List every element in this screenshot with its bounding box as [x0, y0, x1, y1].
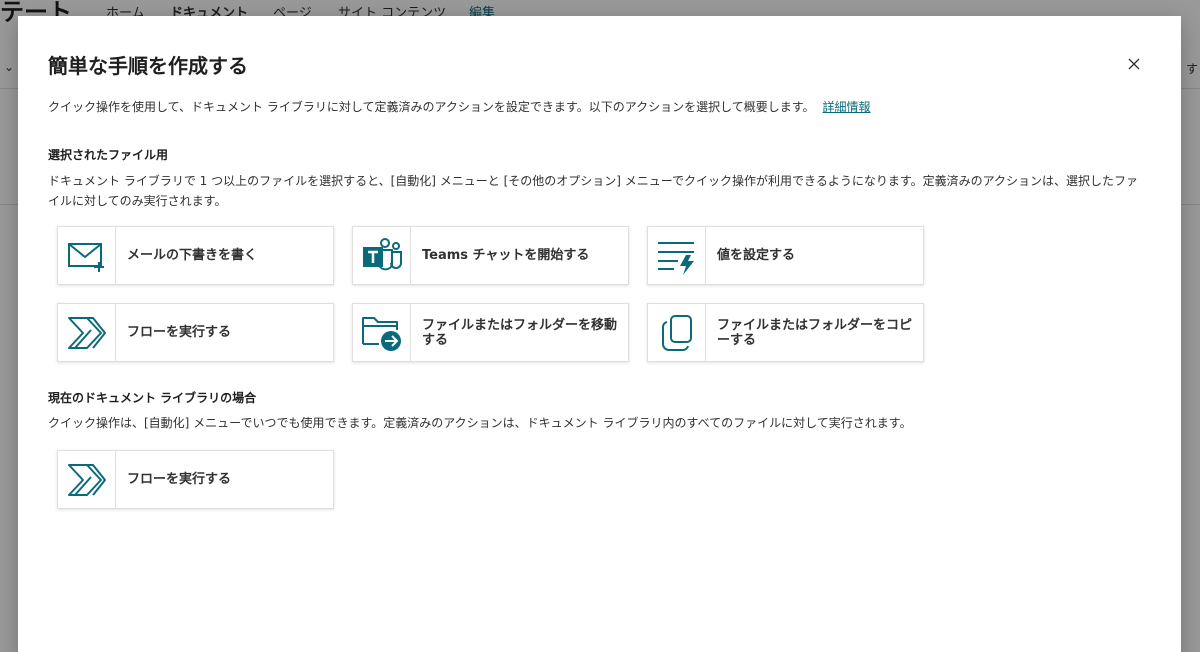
quick-steps-dialog: 簡単な手順を作成する クイック操作を使用して、ドキュメント ライブラリに対して定… — [18, 16, 1181, 652]
card-label: 値を設定する — [717, 248, 796, 263]
dialog-title: 簡単な手順を作成する — [48, 54, 248, 78]
teams-icon — [353, 227, 411, 284]
section-selected-files-title: 選択されたファイル用 — [48, 148, 169, 162]
section-selected-files-text: ドキュメント ライブラリで 1 つ以上のファイルを選択すると、[自動化] メニュ… — [48, 174, 1139, 208]
action-card-teams-chat[interactable]: Teams チャットを開始する — [352, 226, 629, 285]
card-label: ファイルまたはフォルダーを移動する — [422, 317, 618, 348]
folder-move-icon — [353, 304, 411, 361]
action-card-move-file[interactable]: ファイルまたはフォルダーを移動する — [352, 303, 629, 362]
description-text: クイック操作を使用して、ドキュメント ライブラリに対して定義済みのアクションを設… — [48, 100, 815, 114]
card-label: ファイルまたはフォルダーをコピーする — [717, 317, 913, 348]
set-value-icon — [648, 227, 706, 284]
section-current-library-text: クイック操作は、[自動化] メニューでいつでも使用できます。定義済みのアクション… — [48, 416, 912, 430]
close-button[interactable] — [1122, 52, 1146, 76]
action-card-run-flow[interactable]: フローを実行する — [57, 303, 334, 362]
card-label: フローを実行する — [127, 472, 232, 487]
power-automate-icon — [58, 451, 116, 508]
section-current-library-title: 現在のドキュメント ライブラリの場合 — [48, 391, 257, 405]
dialog-description: クイック操作を使用して、ドキュメント ライブラリに対して定義済みのアクションを設… — [48, 98, 871, 115]
mail-add-icon — [58, 227, 116, 284]
learn-more-link[interactable]: 詳細情報 — [823, 100, 871, 114]
action-card-draft-email[interactable]: メールの下書きを書く — [57, 226, 334, 285]
action-card-set-value[interactable]: 値を設定する — [647, 226, 924, 285]
power-automate-icon — [58, 304, 116, 361]
card-label: Teams チャットを開始する — [422, 248, 590, 263]
action-card-copy-file[interactable]: ファイルまたはフォルダーをコピーする — [647, 303, 924, 362]
action-card-run-flow-library[interactable]: フローを実行する — [57, 450, 334, 509]
close-icon — [1128, 58, 1140, 70]
card-label: フローを実行する — [127, 325, 232, 340]
copy-icon — [648, 304, 706, 361]
card-label: メールの下書きを書く — [127, 248, 258, 263]
